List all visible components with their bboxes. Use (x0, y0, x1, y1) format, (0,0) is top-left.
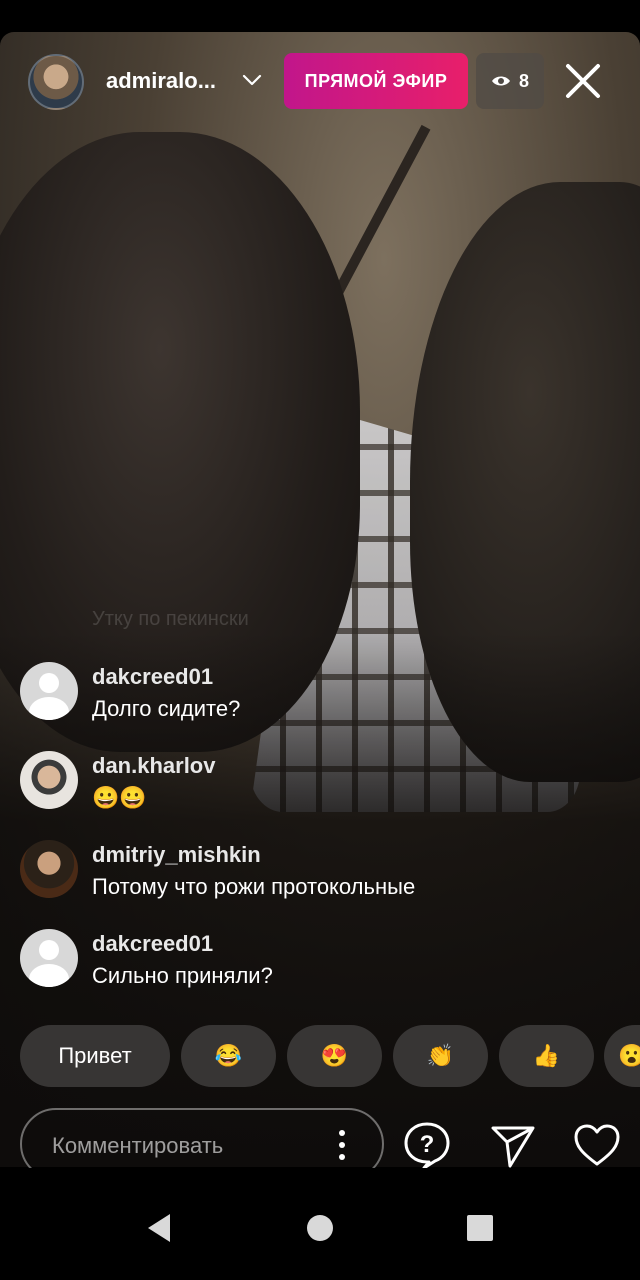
avatar[interactable] (20, 929, 78, 987)
send-icon[interactable] (488, 1120, 538, 1170)
recents-icon[interactable] (460, 1208, 500, 1248)
comment-username[interactable]: dakcreed01 (92, 664, 213, 690)
system-nav-bar (0, 1168, 640, 1280)
live-header: admiralo... ПРЯМОЙ ЭФИР 8 (0, 50, 640, 114)
avatar[interactable] (20, 751, 78, 809)
chevron-down-icon[interactable] (240, 68, 264, 92)
comment-text: Сильно приняли? (92, 963, 273, 988)
comment-text: Потому что рожи протокольные (92, 874, 416, 899)
back-icon[interactable] (140, 1208, 180, 1248)
faded-comment: Утку по пекински (92, 608, 249, 630)
quick-reply-chip[interactable]: 👏 (393, 1025, 488, 1087)
comment-input[interactable] (50, 1128, 324, 1164)
comment-text: Долго сидите? (92, 696, 241, 721)
quick-reply-chip[interactable]: 😂 (181, 1025, 276, 1087)
eye-icon (491, 76, 510, 86)
viewer-count: 8 (518, 70, 529, 91)
quick-reply-chip[interactable]: 😮 (604, 1025, 640, 1087)
quick-reply-chip[interactable]: 👍 (499, 1025, 594, 1087)
quick-reply-chip[interactable]: 😍 (287, 1025, 382, 1087)
comment-item: dmitriy_mishkin Потому что рожи протокол… (20, 840, 620, 910)
quick-replies: Привет 😂 😍 👏 👍 😮 (20, 1025, 640, 1089)
avatar[interactable] (20, 662, 78, 720)
host-username[interactable]: admiralo... (106, 68, 216, 94)
comment-username[interactable]: dakcreed01 (92, 931, 213, 957)
comment-item: dan.kharlov 😀😀 (20, 751, 620, 821)
comment-text: 😀😀 (92, 785, 147, 810)
svg-text:?: ? (420, 1131, 435, 1158)
host-avatar[interactable] (28, 54, 84, 110)
heart-icon[interactable] (572, 1120, 622, 1170)
comment-username[interactable]: dmitriy_mishkin (92, 842, 261, 868)
comment-item: dakcreed01 Сильно приняли? (20, 929, 620, 999)
close-icon[interactable] (564, 62, 602, 100)
comment-item: dakcreed01 Долго сидите? (20, 662, 620, 732)
question-icon[interactable]: ? (402, 1120, 452, 1170)
comment-username[interactable]: dan.kharlov (92, 753, 215, 779)
live-badge: ПРЯМОЙ ЭФИР (284, 53, 468, 109)
viewer-count-badge[interactable]: 8 (476, 53, 544, 109)
quick-reply-chip[interactable]: Привет (20, 1025, 170, 1087)
more-options-icon[interactable] (334, 1128, 350, 1162)
home-icon[interactable] (300, 1208, 340, 1248)
avatar[interactable] (20, 840, 78, 898)
